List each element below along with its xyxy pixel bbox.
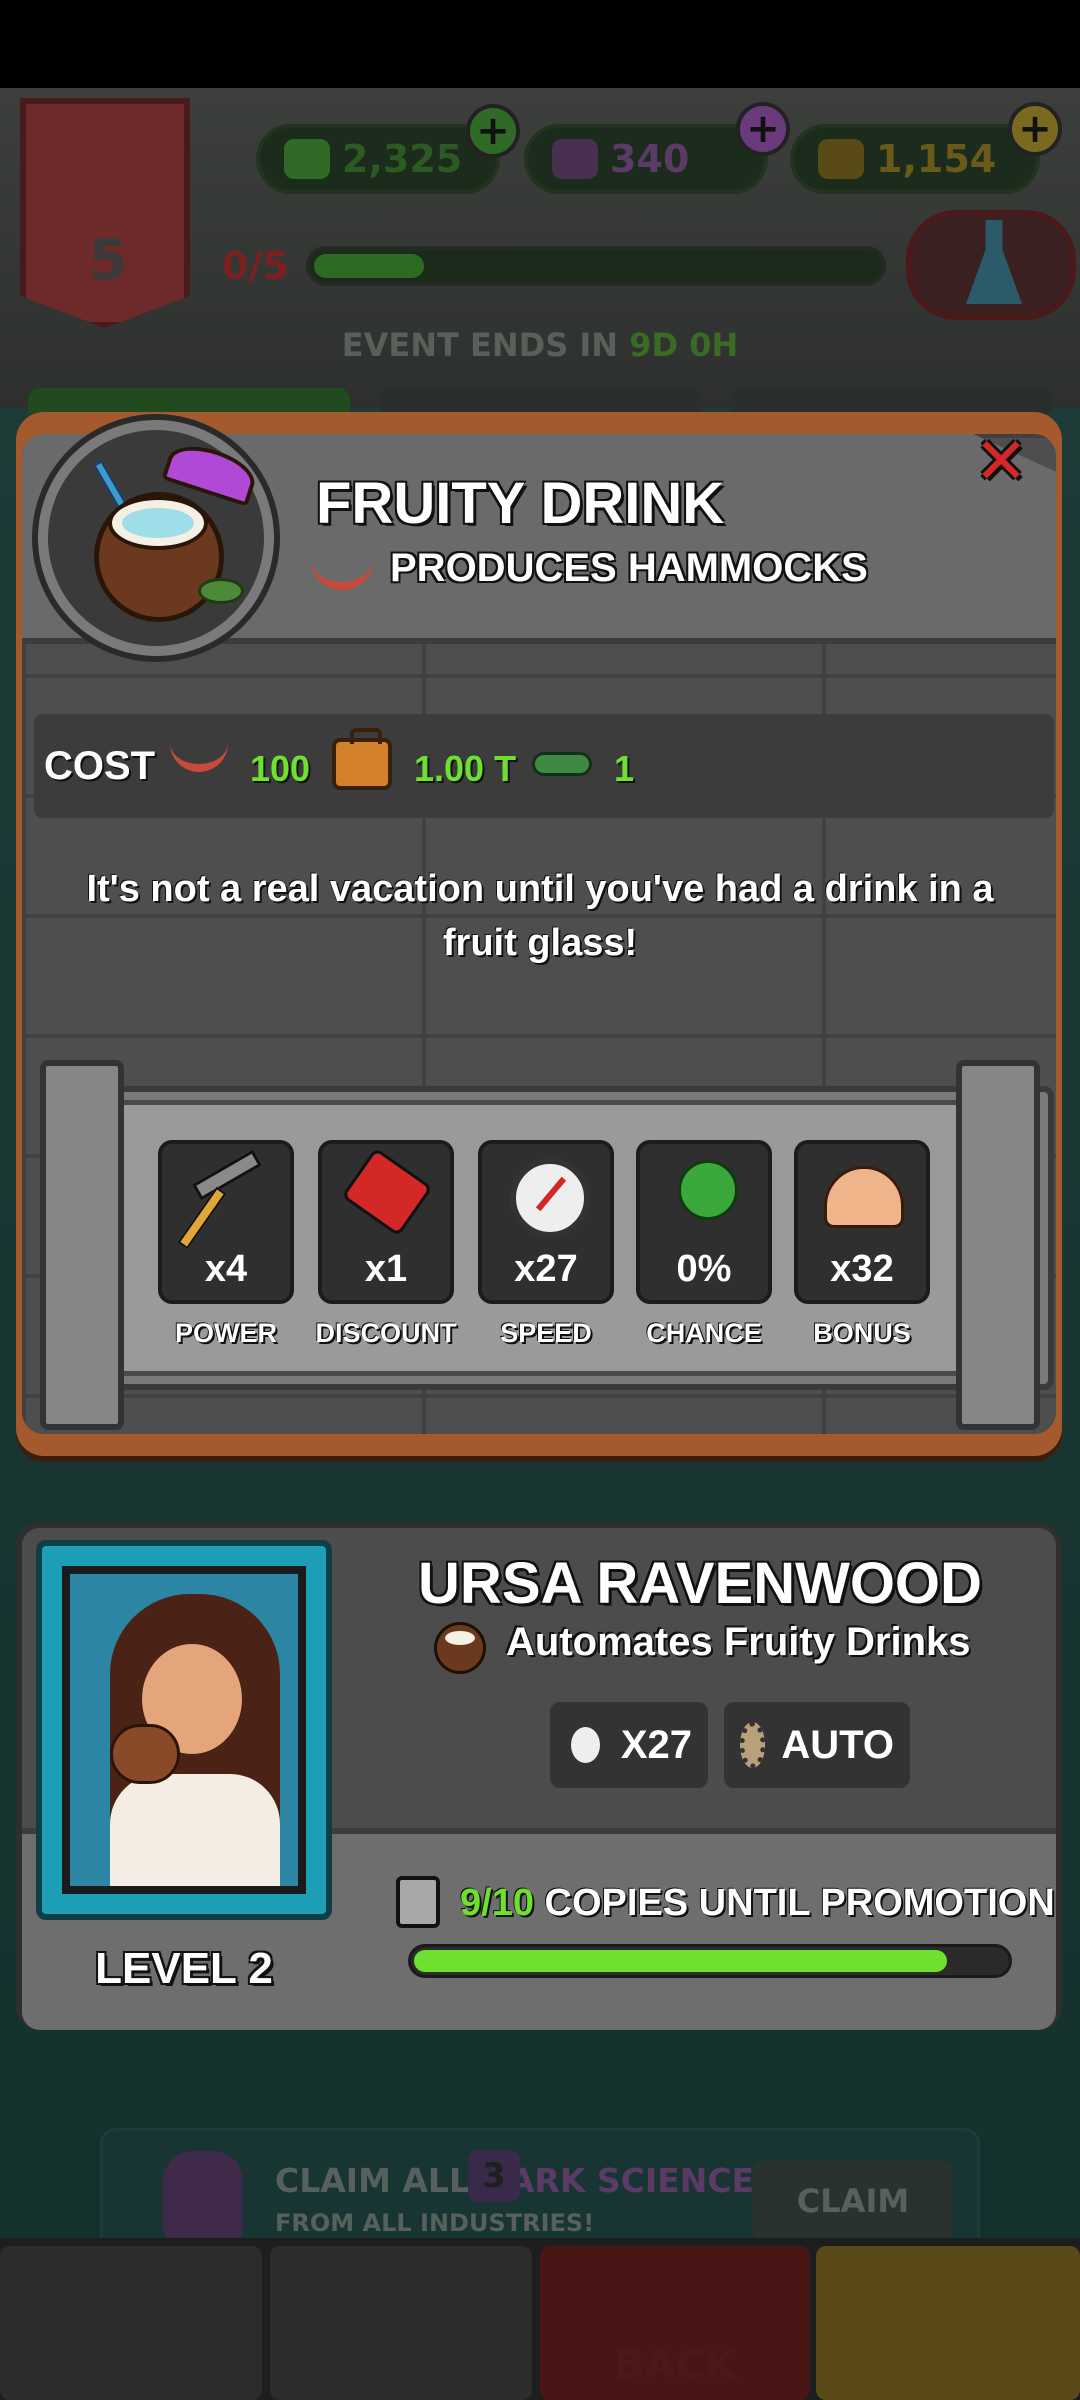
claim-button[interactable]: CLAIM (753, 2161, 953, 2241)
add-dark-science-button[interactable]: + (736, 102, 790, 156)
industry-level: 5 (88, 228, 128, 293)
industry-progress-bar (306, 246, 886, 286)
tab-3[interactable] (730, 388, 1052, 414)
tab-1[interactable] (28, 388, 350, 414)
flask-icon (552, 139, 598, 179)
promotion-progress-fill (414, 1950, 947, 1972)
add-cash-button[interactable]: + (466, 104, 520, 158)
tab-2[interactable] (380, 388, 702, 414)
back-label: BACK (614, 2342, 736, 2388)
fruity-drink-icon (434, 1622, 486, 1674)
nav-cards-button[interactable] (270, 2246, 532, 2400)
fruity-drink-icon (38, 420, 274, 656)
produces-label: PRODUCES HAMMOCKS (390, 546, 868, 590)
auto-chip: AUTO (724, 1702, 910, 1788)
gold-counter: 1,154 (790, 124, 1040, 194)
stat-label-chance: CHANCE (646, 1318, 762, 1348)
promotion-progress-bar (408, 1944, 1012, 1978)
modal-title: FRUITY DRINK (316, 471, 725, 536)
event-timer: EVENT ENDS IN 9D 0H (341, 326, 739, 364)
cost-slippers: 1 (614, 748, 635, 789)
copies-until-promotion: 9/10 COPIES UNTIL PROMOTION (460, 1882, 1055, 1924)
stat-chance[interactable]: 0% (636, 1140, 772, 1304)
cash-counter: 2,325 (256, 124, 500, 194)
cash-icon (284, 139, 330, 179)
industry-banner[interactable] (20, 98, 190, 328)
stat-label-power: POWER (174, 1318, 277, 1348)
manager-name: URSA RAVENWOOD (418, 1551, 982, 1616)
cost-hammocks: 100 (250, 748, 311, 789)
cost-suitcases: 1.00 T (414, 748, 517, 789)
avatar (62, 1566, 306, 1894)
manager-portrait[interactable] (36, 1540, 332, 1920)
cards-badge: 3 (468, 2150, 520, 2202)
industry-progress-label: 0/5 (222, 244, 289, 288)
stat-power[interactable]: x4 (158, 1140, 294, 1304)
cost-label: COST (44, 744, 156, 788)
gold-bar-icon (818, 139, 864, 179)
suitcase-icon (332, 728, 392, 790)
slippers-icon (532, 752, 592, 776)
speed-chip: X27 (550, 1702, 708, 1788)
manager-level: LEVEL 2 (95, 1944, 273, 1993)
add-gold-button[interactable]: + (1008, 102, 1062, 156)
speedometer-icon (566, 1722, 605, 1768)
manager-ability: Automates Fruity Drinks (506, 1620, 971, 1664)
stat-discount[interactable]: x1 (318, 1140, 454, 1304)
dark-science-counter: 340 (524, 124, 768, 194)
stat-label-speed: SPEED (500, 1318, 592, 1348)
dark-science-jar-icon (163, 2151, 243, 2247)
close-icon[interactable]: ✕ (968, 430, 1034, 496)
stat-label-bonus: BONUS (813, 1318, 911, 1348)
stat-speed[interactable]: x27 (478, 1140, 614, 1304)
bicep-icon (824, 1166, 904, 1228)
flavor-text: It's not a real vacation until you've ha… (86, 868, 994, 964)
clover-icon (678, 1160, 738, 1220)
stat-label-discount: DISCOUNT (315, 1318, 457, 1348)
hammer-icon (192, 1149, 262, 1201)
nav-treasure-button[interactable] (816, 2246, 1080, 2400)
price-tag-icon (341, 1147, 433, 1237)
status-bar (0, 0, 1080, 88)
stat-bonus[interactable]: x32 (794, 1140, 930, 1304)
nav-map-button[interactable] (0, 2246, 262, 2400)
card-icon (396, 1876, 440, 1928)
gear-icon (740, 1722, 766, 1768)
